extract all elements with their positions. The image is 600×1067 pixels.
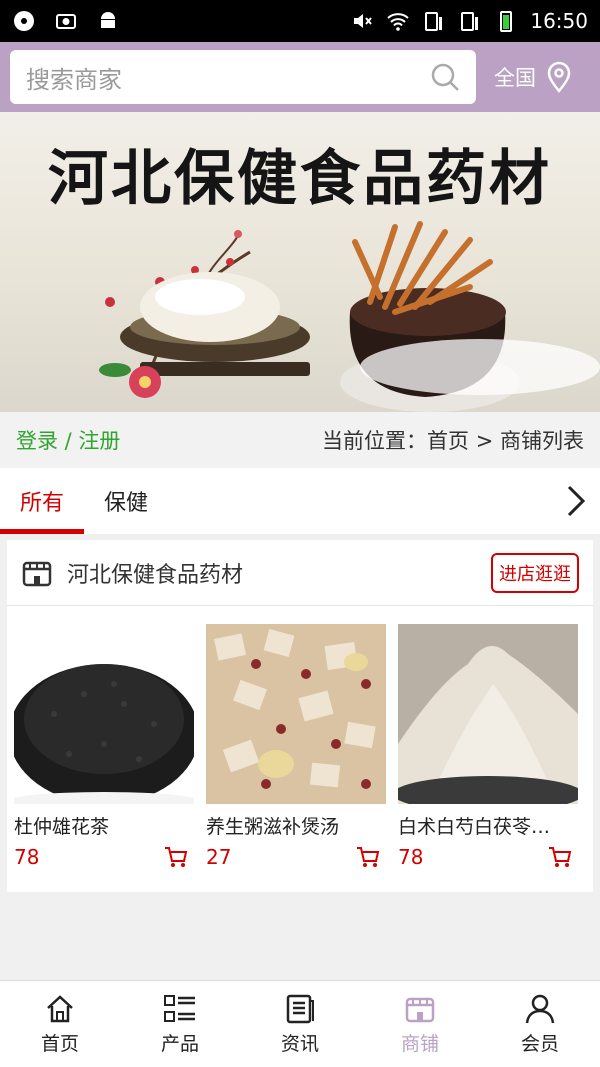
bottom-nav: 首页 产品 资讯 商铺 会员 [0,980,600,1067]
grid-list-icon [164,994,195,1022]
shop-name[interactable]: 河北保健食品药材 [67,557,243,589]
tab-all[interactable]: 所有 [0,468,85,534]
search-icon[interactable] [430,62,460,92]
product-price: 78 [14,845,40,869]
shop-card: 河北保健食品药材 进店逛逛 杜仲雄花茶 78 养生粥滋补煲汤 27 白术白芍白茯… [7,540,593,892]
promo-banner[interactable]: 河北保健食品药材 [0,112,600,412]
product-item[interactable]: 养生粥滋补煲汤 27 [206,624,386,869]
product-name[interactable]: 白术白芍白茯苓… [398,812,578,839]
tea-leaves-image [14,624,194,804]
cart-icon[interactable] [548,846,572,868]
signal-icon [425,12,443,31]
nav-products-label: 产品 [160,1032,199,1055]
home-icon [47,994,73,1022]
search-box[interactable]: 搜索商家 [10,50,476,104]
product-item[interactable]: 白术白芍白茯苓… 78 [398,624,578,869]
wifi-icon [387,13,410,31]
porridge-grains-image [206,624,386,804]
nav-home[interactable]: 首页 [0,981,120,1067]
product-price: 78 [398,845,424,869]
chevron-right-icon[interactable] [566,484,586,518]
breadcrumb-bar: 登录 / 注册 当前位置：首页 > 商铺列表 [0,412,600,468]
banner-illustration [99,221,600,412]
nav-news[interactable]: 资讯 [240,981,360,1067]
product-image[interactable] [398,624,578,804]
nav-home-label: 首页 [40,1032,79,1055]
category-tabs: 所有 保健 [0,468,600,534]
location-pin-icon [547,61,571,93]
shop-card-header: 河北保健食品药材 进店逛逛 [7,540,593,606]
news-icon [286,994,314,1023]
status-time: 16:50 [530,9,588,33]
nav-news-label: 资讯 [280,1032,319,1055]
nav-shops[interactable]: 商铺 [360,981,480,1067]
screenshot-icon [56,14,76,29]
region-label: 全国 [494,66,536,90]
search-input[interactable]: 搜索商家 [26,60,430,95]
product-price-row: 78 [14,845,194,869]
visit-shop-button[interactable]: 进店逛逛 [491,552,579,593]
product-price-row: 78 [398,845,578,869]
product-item[interactable]: 杜仲雄花茶 78 [14,624,194,869]
android-icon [101,12,115,28]
product-list: 杜仲雄花茶 78 养生粥滋补煲汤 27 白术白芍白茯苓… 78 [7,606,593,869]
nav-shops-label: 商铺 [400,1032,439,1055]
status-bar: 16:50 [0,0,600,42]
product-price-row: 27 [206,845,386,869]
product-name[interactable]: 杜仲雄花茶 [14,812,194,839]
product-image[interactable] [206,624,386,804]
status-left-icons [12,9,120,33]
breadcrumb[interactable]: 当前位置：首页 > 商铺列表 [322,425,584,455]
shop-icon [405,997,435,1022]
product-price: 27 [206,845,232,869]
mute-icon [354,14,373,28]
cart-icon[interactable] [164,846,188,868]
herbal-powder-image [398,624,578,804]
search-header: 搜索商家 全国 [0,42,600,112]
user-icon [525,994,555,1023]
cart-icon[interactable] [356,846,380,868]
tab-health[interactable]: 保健 [84,468,168,534]
product-name[interactable]: 养生粥滋补煲汤 [206,812,386,839]
nav-member[interactable]: 会员 [480,981,600,1067]
nav-products[interactable]: 产品 [120,981,240,1067]
store-icon [22,561,52,586]
product-image[interactable] [14,624,194,804]
login-register-link[interactable]: 登录 / 注册 [16,425,120,455]
nav-member-label: 会员 [520,1032,559,1055]
disc-icon [14,11,34,31]
signal-icon-2 [461,12,479,31]
battery-icon [500,11,513,32]
region-selector[interactable]: 全国 [494,61,574,93]
status-right-icons: 16:50 [350,9,588,33]
